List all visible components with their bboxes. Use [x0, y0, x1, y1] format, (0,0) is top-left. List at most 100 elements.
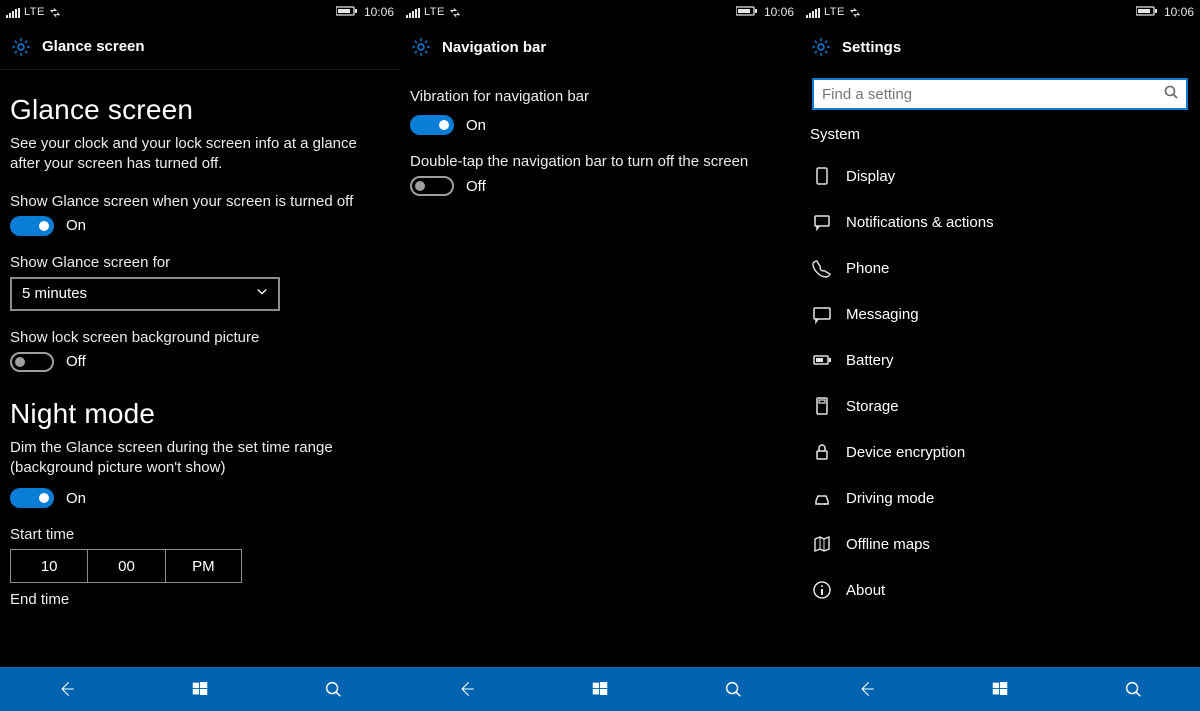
data-transfer-icon	[449, 6, 461, 18]
clock-label: 10:06	[764, 5, 794, 19]
pane-glance: LTE 10:06 Glance screen Glance screen Se…	[0, 0, 400, 667]
lock-bg-label: Show lock screen background picture	[10, 329, 390, 346]
phone-icon	[812, 258, 832, 278]
list-item-offline-maps[interactable]: Offline maps	[808, 521, 1192, 567]
list-item-label: Display	[846, 168, 895, 185]
list-item-storage[interactable]: Storage	[808, 383, 1192, 429]
duration-dropdown[interactable]: 5 minutes	[10, 277, 280, 311]
list-item-label: Offline maps	[846, 536, 930, 553]
clock-label: 10:06	[1164, 5, 1194, 19]
night-description: Dim the Glance screen during the set tim…	[10, 438, 390, 479]
car-icon	[812, 488, 832, 508]
list-item-label: Driving mode	[846, 490, 934, 507]
show-glance-toggle[interactable]	[10, 216, 54, 236]
data-transfer-icon	[49, 6, 61, 18]
page-description: See your clock and your lock screen info…	[10, 134, 390, 175]
search-input[interactable]	[822, 86, 1164, 103]
page-header: Glance screen	[0, 24, 400, 70]
signal-icon	[806, 7, 820, 17]
pane-settings: LTE 10:06 Settings System	[800, 0, 1200, 667]
search-box[interactable]	[812, 78, 1188, 110]
network-label: LTE	[824, 6, 845, 18]
show-glance-label: Show Glance screen when your screen is t…	[10, 193, 390, 210]
list-item-label: Phone	[846, 260, 889, 277]
network-label: LTE	[24, 6, 45, 18]
display-icon	[812, 166, 832, 186]
page-title: Glance screen	[10, 94, 390, 126]
list-item-driving-mode[interactable]: Driving mode	[808, 475, 1192, 521]
list-item-label: Battery	[846, 352, 894, 369]
start-button[interactable]	[570, 667, 630, 711]
info-icon	[812, 580, 832, 600]
category-label: System	[808, 120, 1192, 153]
header-title: Settings	[842, 39, 901, 56]
search-button[interactable]	[703, 667, 763, 711]
soft-nav-bar	[0, 667, 1200, 711]
gear-icon	[810, 36, 832, 58]
page-header: Navigation bar	[400, 24, 800, 70]
signal-icon	[6, 7, 20, 17]
night-state: On	[66, 490, 86, 507]
list-item-label: Notifications & actions	[846, 214, 994, 231]
night-toggle[interactable]	[10, 488, 54, 508]
list-item-battery[interactable]: Battery	[808, 337, 1192, 383]
vibration-toggle[interactable]	[410, 115, 454, 135]
search-button[interactable]	[1103, 667, 1163, 711]
page-header: Settings	[800, 24, 1200, 70]
start-minute[interactable]: 00	[87, 549, 164, 583]
list-item-label: About	[846, 582, 885, 599]
battery-icon	[812, 350, 832, 370]
signal-icon	[406, 7, 420, 17]
notifications-icon	[812, 212, 832, 232]
back-button[interactable]	[37, 667, 97, 711]
status-bar: LTE 10:06	[800, 0, 1200, 24]
double-tap-toggle[interactable]	[410, 176, 454, 196]
network-label: LTE	[424, 6, 445, 18]
status-bar: LTE 10:06	[400, 0, 800, 24]
battery-icon	[336, 5, 358, 20]
list-item-about[interactable]: About	[808, 567, 1192, 613]
search-icon	[1164, 85, 1178, 104]
list-item-label: Device encryption	[846, 444, 965, 461]
header-title: Navigation bar	[442, 39, 546, 56]
lock-icon	[812, 442, 832, 462]
chevron-down-icon	[256, 285, 268, 302]
section-night-title: Night mode	[10, 398, 390, 430]
start-hour[interactable]: 10	[10, 549, 87, 583]
show-glance-state: On	[66, 217, 86, 234]
back-button[interactable]	[437, 667, 497, 711]
map-icon	[812, 534, 832, 554]
gear-icon	[410, 36, 432, 58]
duration-label: Show Glance screen for	[10, 254, 390, 271]
lock-bg-state: Off	[66, 353, 86, 370]
list-item-messaging[interactable]: Messaging	[808, 291, 1192, 337]
list-item-display[interactable]: Display	[808, 153, 1192, 199]
start-period[interactable]: PM	[165, 549, 242, 583]
gear-icon	[10, 36, 32, 58]
list-item-notifications[interactable]: Notifications & actions	[808, 199, 1192, 245]
vibration-state: On	[466, 117, 486, 134]
pane-navigation-bar: LTE 10:06 Navigation bar Vibration for n…	[400, 0, 800, 667]
storage-icon	[812, 396, 832, 416]
battery-icon	[736, 5, 758, 20]
data-transfer-icon	[849, 6, 861, 18]
lock-bg-toggle[interactable]	[10, 352, 54, 372]
header-title: Glance screen	[42, 38, 145, 55]
start-time-label: Start time	[10, 526, 390, 543]
settings-list: Display Notifications & actions Phone Me…	[808, 153, 1192, 613]
messaging-icon	[812, 304, 832, 324]
list-item-device-encryption[interactable]: Device encryption	[808, 429, 1192, 475]
start-button[interactable]	[970, 667, 1030, 711]
status-bar: LTE 10:06	[0, 0, 400, 24]
list-item-label: Messaging	[846, 306, 919, 323]
start-time-picker[interactable]: 10 00 PM	[10, 549, 242, 583]
list-item-phone[interactable]: Phone	[808, 245, 1192, 291]
search-button[interactable]	[303, 667, 363, 711]
vibration-label: Vibration for navigation bar	[410, 88, 790, 105]
start-button[interactable]	[170, 667, 230, 711]
battery-icon	[1136, 5, 1158, 20]
duration-value: 5 minutes	[22, 285, 87, 302]
back-button[interactable]	[837, 667, 897, 711]
list-item-label: Storage	[846, 398, 899, 415]
double-tap-state: Off	[466, 178, 486, 195]
